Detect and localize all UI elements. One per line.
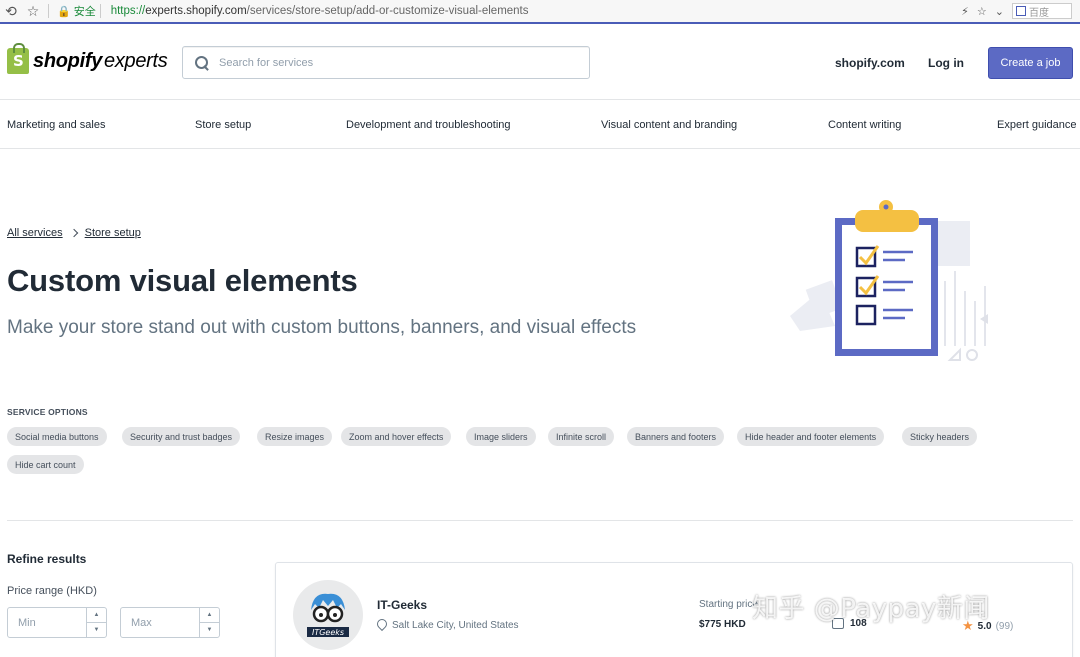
login-link[interactable]: Log in [928,56,964,70]
chip-infinite-scroll[interactable]: Infinite scroll [548,427,615,446]
clipboard-clip-hole [883,204,889,210]
expert-name[interactable]: IT-Geeks [377,598,427,612]
stepper-down-icon[interactable]: ▼ [87,623,106,637]
toolbar-divider [99,4,101,18]
url-path: /services/store-setup/add-or-customize-v… [246,5,529,17]
search-icon [195,55,209,70]
review-count: (99) [995,620,1014,632]
price-max-input[interactable] [121,608,199,637]
nav-expert-guidance[interactable]: Expert guidance [997,119,1077,131]
section-divider [7,520,1073,521]
background-bars [944,271,986,346]
expert-location-text: Salt Lake City, United States [392,619,519,631]
stepper-up-icon[interactable]: ▲ [200,608,219,623]
baidu-logo-icon [1016,6,1026,16]
triangle-shape [947,347,961,361]
breadcrumb: All services Store setup [7,227,141,239]
create-job-button[interactable]: Create a job [988,47,1073,79]
nav-marketing-and-sales[interactable]: Marketing and sales [7,119,105,131]
stepper-down-icon[interactable]: ▼ [200,623,219,637]
location-pin-icon [377,619,387,631]
back-icon[interactable]: ⟲ [0,0,22,22]
circle-shape [966,349,978,361]
nav-visual-content-and-branding[interactable]: Visual content and branding [601,119,737,131]
starting-price-label: Starting price [699,599,758,610]
chevron-right-icon [69,228,78,238]
chip-resize-images[interactable]: Resize images [257,427,333,446]
url-protocol: https:// [110,5,146,17]
url-host: experts.shopify.com [145,5,247,17]
price-max-field: ▲ ▼ [120,607,220,638]
chip-hide-header-and-footer-elements[interactable]: Hide header and footer elements [737,427,885,446]
favorite-star-icon[interactable]: ☆ [977,5,987,18]
refine-results-heading: Refine results [7,552,87,566]
itgeeks-logo-icon: ITGeeks [307,593,349,637]
address-bar[interactable]: https://experts.shopify.com/services/sto… [111,5,529,17]
breadcrumb-all-services[interactable]: All services [7,227,63,239]
logo-word-experts: experts [104,49,168,72]
clipboard-paper [842,225,931,349]
search-input[interactable] [219,56,579,69]
chevron-down-icon[interactable]: ⌄ [995,5,1004,18]
shopify-com-link[interactable]: shopify.com [835,56,905,70]
clipboard-checklist-illustration [790,200,988,361]
toolbar-right: ⚡ ☆ ⌄ 百度 [961,3,1072,19]
chip-security-and-trust-badges[interactable]: Security and trust badges [122,427,241,446]
lightning-icon[interactable]: ⚡ [961,5,969,18]
avatar-text: ITGeeks [312,628,344,637]
toolbar-divider [48,4,49,18]
chip-banners-and-footers[interactable]: Banners and footers [627,427,725,446]
page-subtitle: Make your store stand out with custom bu… [7,317,637,338]
chip-image-sliders[interactable]: Image sliders [466,427,536,446]
category-nav: Marketing and sales Store setup Developm… [0,101,1080,149]
price-min-input[interactable] [8,608,86,637]
expert-location: Salt Lake City, United States [377,619,519,631]
secure-label: 安全 [73,6,96,18]
site-header: shopify experts shopify.com Log in Creat… [0,26,1080,100]
service-options-label: SERVICE OPTIONS [7,407,88,417]
browser-search-label: 百度 [1029,7,1049,19]
page-title: Custom visual elements [7,263,358,298]
avatar: ITGeeks [293,580,363,650]
breadcrumb-store-setup[interactable]: Store setup [85,227,141,239]
starting-price-value: $775 HKD [699,619,746,630]
service-search[interactable] [182,46,590,79]
lock-icon: 🔒 [57,5,71,18]
shopify-bag-icon [7,43,29,74]
shopify-experts-logo[interactable]: shopify experts [7,43,168,74]
stepper-up-icon[interactable]: ▲ [87,608,106,623]
chip-social-media-buttons[interactable]: Social media buttons [7,427,107,446]
price-min-stepper: ▲ ▼ [86,608,106,637]
bookmark-star-icon[interactable]: ☆ [22,0,44,22]
zhihu-watermark: 知乎 @Paypay新闻 [752,594,990,624]
nav-store-setup[interactable]: Store setup [195,119,251,131]
chip-hide-cart-count[interactable]: Hide cart count [7,455,84,474]
nav-development-and-troubleshooting[interactable]: Development and troubleshooting [346,119,511,131]
browser-toolbar: ⟲ ☆ 🔒 安全 https://experts.shopify.com/ser… [0,0,1080,24]
nav-content-writing[interactable]: Content writing [828,119,901,131]
price-max-stepper: ▲ ▼ [199,608,219,637]
price-range-label: Price range (HKD) [7,585,97,597]
price-min-field: ▲ ▼ [7,607,107,638]
browser-search-box[interactable]: 百度 [1012,3,1072,19]
chip-sticky-headers[interactable]: Sticky headers [902,427,978,446]
chip-zoom-and-hover-effects[interactable]: Zoom and hover effects [341,427,452,446]
logo-word-shopify: shopify [33,49,103,72]
